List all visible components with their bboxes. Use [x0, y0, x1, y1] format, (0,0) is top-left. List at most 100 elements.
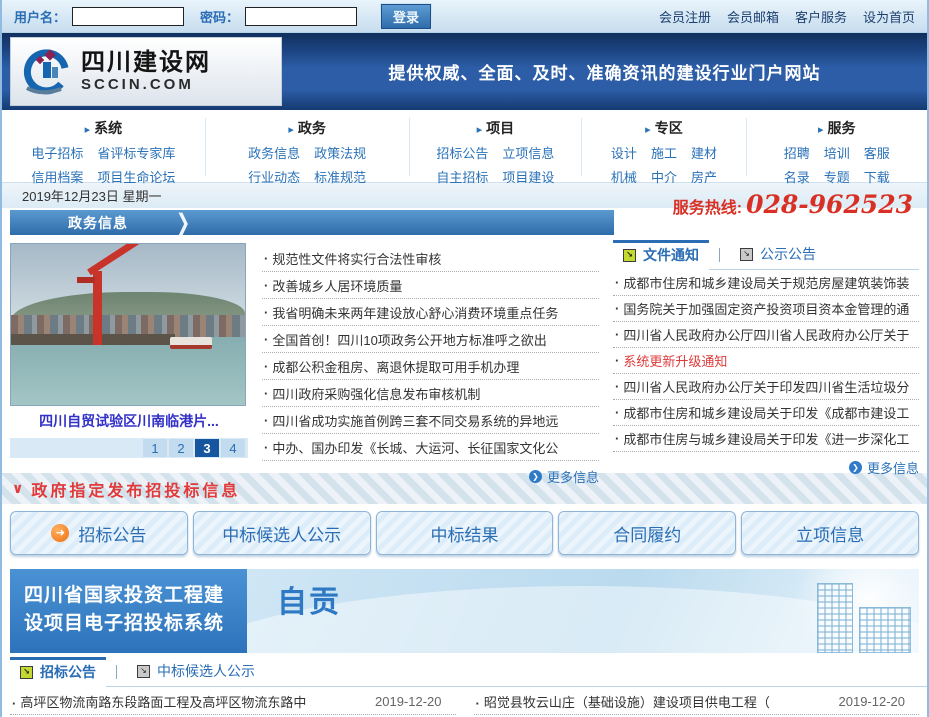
photo-pager: 1 2 3 4 — [10, 438, 248, 458]
nav-column-zone: ▸专区 设计施工建材 机械中介房产 — [581, 118, 745, 176]
news-list: 规范性文件将实行合法性审核 改善城乡人居环境质量 我省明确未来两年建设放心舒心消… — [262, 243, 599, 469]
more-arrow-icon: ❯ — [529, 470, 542, 483]
notice-item[interactable]: 成都市住房和城乡建设局关于规范房屋建筑装饰装 — [613, 270, 919, 296]
bid-result-button[interactable]: 中标结果 — [376, 511, 554, 555]
notice-item[interactable]: 四川省人民政府办公厅四川省人民政府办公厅关于 — [613, 322, 919, 348]
link-member-mail[interactable]: 会员邮箱 — [727, 7, 779, 26]
nav-link[interactable]: 招标公告 — [436, 143, 488, 162]
nav-title: ▸系统 — [2, 118, 205, 138]
tab-bid-announcement[interactable]: ↘ 招标公告 — [10, 657, 106, 687]
nav-link[interactable]: 名录 — [784, 167, 810, 186]
bid-list-item[interactable]: 昭觉县牧云山庄（基础设施）建设项目供电工程（ 2019-12-20 — [474, 689, 920, 715]
arrow-right-icon: ▸ — [85, 124, 91, 136]
arrow-right-icon: ▸ — [645, 124, 651, 136]
nav-link[interactable]: 标准规范 — [314, 167, 366, 186]
nav-link[interactable]: 房产 — [691, 167, 717, 186]
nav-link[interactable]: 专题 — [824, 167, 850, 186]
news-item[interactable]: 成都公积金租房、离退休提取可用手机办理 — [262, 353, 599, 380]
password-input[interactable] — [245, 7, 357, 26]
link-member-register[interactable]: 会员注册 — [659, 7, 711, 26]
project-approval-button[interactable]: 立项信息 — [741, 511, 919, 555]
site-name: 四川建设网 — [81, 50, 211, 75]
notice-item[interactable]: 国务院关于加强固定资产投资项目资本金管理的通 — [613, 296, 919, 322]
photo-crane — [93, 271, 102, 345]
nav-link[interactable]: 行业动态 — [248, 167, 300, 186]
notice-item[interactable]: 系统更新升级通知 — [613, 348, 919, 374]
username-input[interactable] — [72, 7, 184, 26]
tab-public-notice[interactable]: ↘ 公示公告 — [730, 240, 826, 269]
nav-link[interactable]: 培训 — [824, 143, 850, 162]
topbar: 用户名： 密码： 登录 会员注册 会员邮箱 客户服务 设为首页 — [2, 0, 927, 33]
tab-divider — [116, 665, 117, 679]
nav-column-project: ▸项目 招标公告立项信息 自主招标项目建设 — [409, 118, 582, 176]
contract-performance-button[interactable]: 合同履约 — [558, 511, 736, 555]
logo-mark-icon — [21, 46, 73, 98]
photo-boat — [170, 337, 212, 349]
nav-link[interactable]: 建材 — [691, 143, 717, 162]
login-button[interactable]: 登录 — [381, 4, 431, 29]
nav-link[interactable]: 设计 — [611, 143, 637, 162]
nav-link[interactable]: 自主招标 — [436, 167, 488, 186]
link-customer-service[interactable]: 客户服务 — [795, 7, 847, 26]
nav-link[interactable]: 立项信息 — [502, 143, 554, 162]
bottom-tabs-section: ↘ 招标公告 ↘ 中标候选人公示 — [2, 660, 927, 687]
nav-link[interactable]: 客服 — [864, 143, 890, 162]
chevron-down-icon: ∨ — [12, 480, 23, 497]
nav-link[interactable]: 招聘 — [784, 143, 810, 162]
nav-link[interactable]: 施工 — [651, 143, 677, 162]
current-date: 2019年12月23日 星期一 — [22, 186, 161, 205]
site-logo[interactable]: 四川建设网 SCCIN.COM — [10, 37, 282, 106]
topbar-links: 会员注册 会员邮箱 客户服务 设为首页 — [659, 7, 915, 26]
nav-link[interactable]: 项目建设 — [502, 167, 554, 186]
winner-candidate-button[interactable]: 中标候选人公示 — [193, 511, 371, 555]
news-item[interactable]: 改善城乡人居环境质量 — [262, 272, 599, 299]
news-item[interactable]: 全国首创！四川10项政务公开地方标准呼之欲出 — [262, 326, 599, 353]
nav-link[interactable]: 省评标专家库 — [97, 143, 175, 162]
item-date: 2019-12-20 — [839, 694, 906, 709]
news-item[interactable]: 我省明确未来两年建设放心舒心消费环境重点任务 — [262, 299, 599, 326]
pager-3-active[interactable]: 3 — [195, 439, 219, 457]
doc-arrow-icon: ↘ — [623, 249, 636, 262]
photo-caption[interactable]: 四川自贸试验区川南临港片... — [10, 411, 248, 431]
photo-image[interactable] — [10, 243, 246, 406]
site-domain: SCCIN.COM — [81, 76, 211, 93]
site-header: 四川建设网 SCCIN.COM 提供权威、全面、及时、准确资讯的建设行业门户网站 — [2, 33, 927, 110]
bid-announcement-button[interactable]: ➜ 招标公告 — [10, 511, 188, 555]
notice-tabs: ↘ 文件通知 ↘ 公示公告 — [613, 243, 919, 270]
pager-2[interactable]: 2 — [169, 439, 193, 457]
news-item[interactable]: 中办、国办印发《长城、大运河、长征国家文化公 — [262, 434, 599, 461]
bidding-buttons: ➜ 招标公告 中标候选人公示 中标结果 合同履约 立项信息 — [2, 504, 927, 564]
notices-more-link[interactable]: 更多信息 — [867, 458, 919, 477]
doc-arrow-icon: ↘ — [20, 666, 33, 679]
site-tagline: 提供权威、全面、及时、准确资讯的建设行业门户网站 — [282, 59, 927, 84]
link-set-homepage[interactable]: 设为首页 — [863, 7, 915, 26]
tab-winner-candidates[interactable]: ↘ 中标候选人公示 — [127, 657, 265, 686]
news-item[interactable]: 四川省成功实施首例跨三套不同交易系统的异地远 — [262, 407, 599, 434]
nav-link[interactable]: 机械 — [611, 167, 637, 186]
tab-file-notice[interactable]: ↘ 文件通知 — [613, 240, 709, 270]
bid-list-item[interactable]: 高坪区物流南路东段路面工程及高坪区物流东路中 2019-12-20 — [10, 689, 456, 715]
news-item[interactable]: 四川政府采购强化信息发布审核机制 — [262, 380, 599, 407]
more-arrow-icon: ❯ — [849, 461, 862, 474]
bottom-lists: 高坪区物流南路东段路面工程及高坪区物流东路中 2019-12-20 昭觉县牧云山… — [2, 687, 927, 715]
nav-link[interactable]: 政务信息 — [248, 143, 300, 162]
orange-arrow-icon: ➜ — [51, 524, 69, 542]
nav-link[interactable]: 政策法规 — [314, 143, 366, 162]
pager-1[interactable]: 1 — [143, 439, 167, 457]
nav-link[interactable]: 下载 — [864, 167, 890, 186]
ebidding-system-title[interactable]: 四川省国家投资工程建设项目电子招投标系统 — [10, 569, 247, 653]
password-label: 密码： — [200, 7, 239, 26]
news-item[interactable]: 规范性文件将实行合法性审核 — [262, 245, 599, 272]
notice-item[interactable]: 成都市住房和城乡建设局关于印发《成都市建设工 — [613, 400, 919, 426]
nav-link[interactable]: 电子招标 — [31, 143, 83, 162]
nav-link[interactable]: 信用档案 — [31, 167, 83, 186]
news-more-link[interactable]: 更多信息 — [547, 467, 599, 486]
chevron-right-icon: ❯ — [176, 209, 190, 236]
tab-zhengwu-info[interactable]: 政务信息 ❯ — [10, 210, 614, 235]
notice-item[interactable]: 四川省人民政府办公厅关于印发四川省生活垃圾分 — [613, 374, 919, 400]
notice-item[interactable]: 成都市住房与城乡建设局关于印发《进一步深化工 — [613, 426, 919, 452]
nav-link[interactable]: 中介 — [651, 167, 677, 186]
pager-4[interactable]: 4 — [221, 439, 245, 457]
nav-link[interactable]: 项目生命论坛 — [97, 167, 175, 186]
nav-column-system: ▸系统 电子招标省评标专家库 信用档案项目生命论坛 — [2, 118, 205, 176]
